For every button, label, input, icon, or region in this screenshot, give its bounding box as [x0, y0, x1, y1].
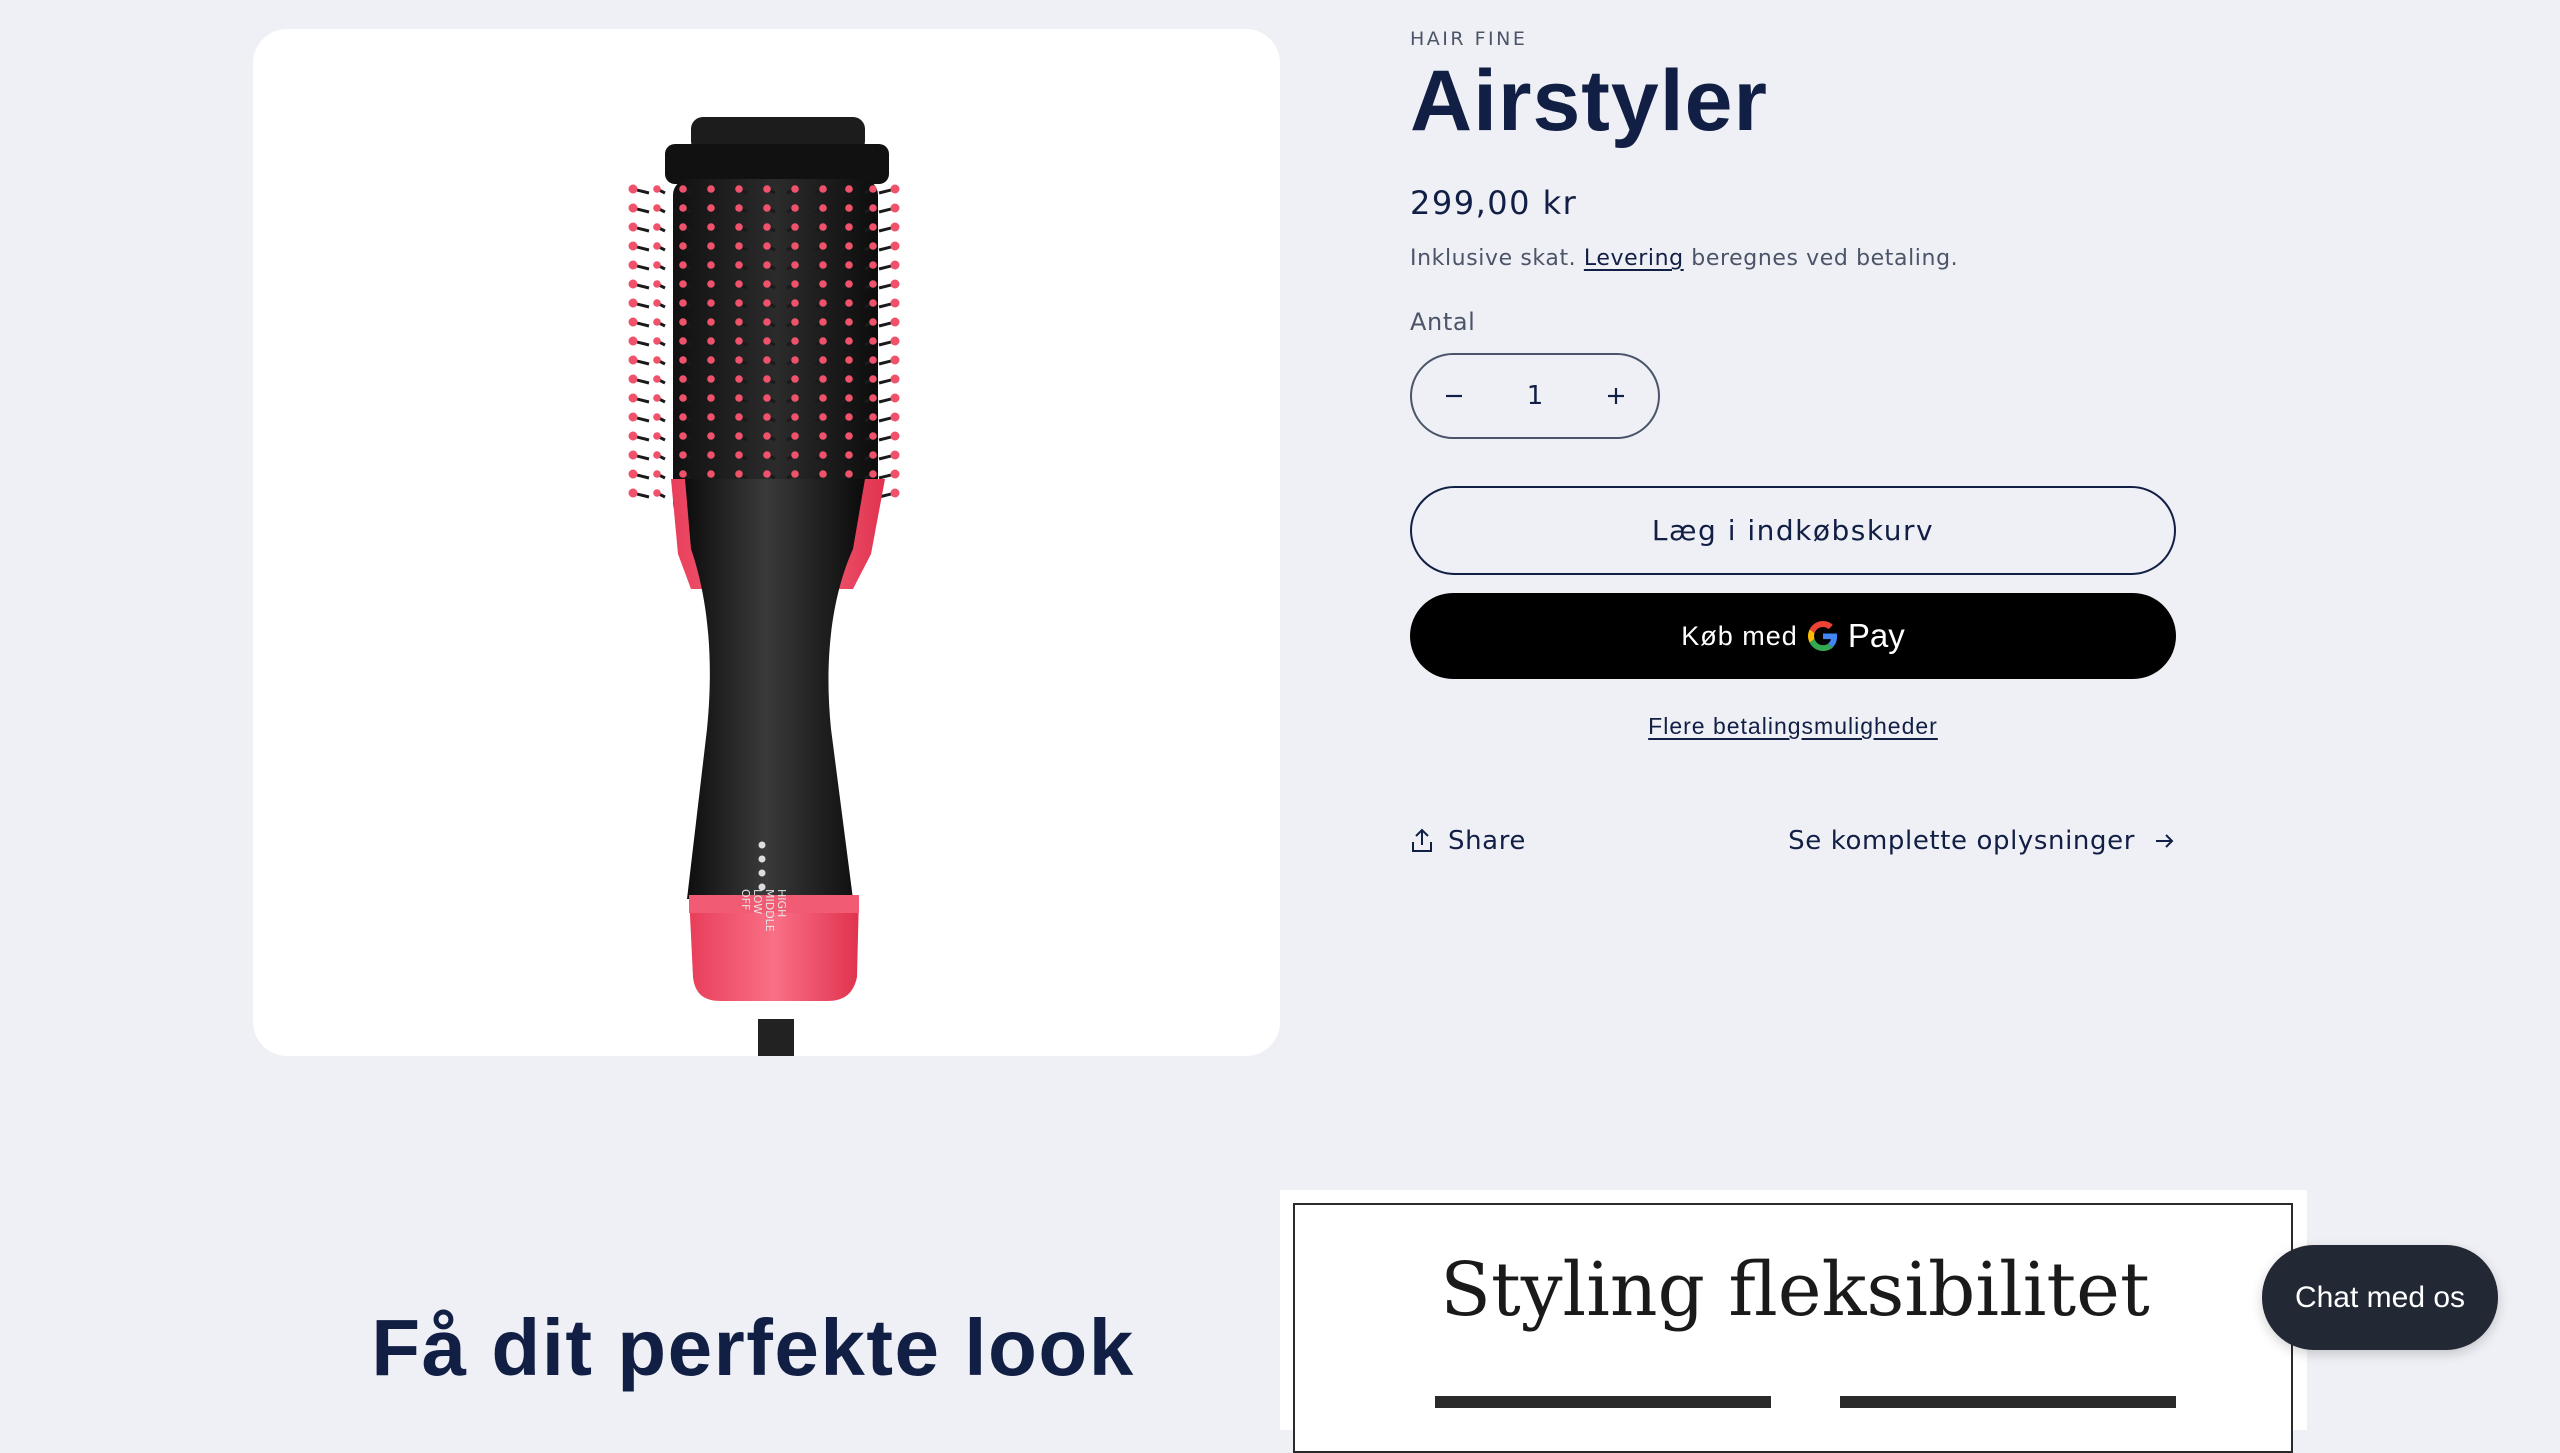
more-payment-options: Flere betalingsmuligheder	[1410, 713, 2176, 740]
airstyler-product-image: HIGH MIDDLE LOW OFF	[628, 117, 900, 1056]
section-headline: Få dit perfekte look	[371, 1303, 1135, 1392]
feature-image-panel: Styling fleksibilitet	[1280, 1190, 2307, 1453]
arrow-right-icon	[2156, 834, 2174, 848]
tax-note: Inklusive skat. Levering beregnes ved be…	[1410, 246, 1958, 271]
share-label: Share	[1448, 826, 1527, 856]
add-to-cart-button[interactable]: Læg i indkøbskurv	[1410, 486, 2176, 575]
feature-title: Styling fleksibilitet	[1440, 1247, 2150, 1333]
product-vendor: HAIR FINE	[1410, 28, 1528, 50]
google-pay-wordmark: Pay	[1847, 617, 1905, 654]
product-title: Airstyler	[1410, 53, 1768, 149]
quantity-label: Antal	[1410, 308, 1476, 336]
feature-photo-right	[1840, 1396, 2176, 1408]
quantity-increase-button[interactable]	[1574, 355, 1658, 437]
more-payment-options-link[interactable]: Flere betalingsmuligheder	[1648, 713, 1938, 739]
google-g-icon	[1807, 621, 1837, 651]
product-price: 299,00 kr	[1410, 184, 1578, 222]
feature-image-frame: Styling fleksibilitet	[1293, 1203, 2293, 1453]
product-image-card[interactable]: HIGH MIDDLE LOW OFF	[253, 29, 1280, 1056]
share-icon	[1412, 828, 1432, 852]
google-pay-prefix: Køb med	[1681, 620, 1798, 651]
quantity-decrease-button[interactable]	[1412, 355, 1496, 437]
tax-note-suffix: beregnes ved betaling.	[1691, 246, 1959, 271]
feature-photo-left	[1435, 1396, 1771, 1408]
plus-icon	[1608, 388, 1624, 404]
chat-button[interactable]: Chat med os	[2262, 1245, 2498, 1350]
tax-note-prefix: Inklusive skat.	[1410, 246, 1577, 271]
share-button[interactable]: Share	[1410, 826, 1526, 856]
quantity-stepper	[1410, 353, 1660, 439]
shipping-link[interactable]: Levering	[1584, 246, 1684, 271]
quantity-input[interactable]	[1503, 380, 1567, 412]
minus-icon	[1446, 394, 1462, 398]
full-details-link[interactable]: Se komplette oplysninger	[1788, 826, 2175, 856]
setting-label-off: OFF	[739, 889, 752, 910]
google-pay-button[interactable]: Køb med Pay	[1410, 593, 2176, 679]
full-details-label: Se komplette oplysninger	[1788, 826, 2135, 856]
